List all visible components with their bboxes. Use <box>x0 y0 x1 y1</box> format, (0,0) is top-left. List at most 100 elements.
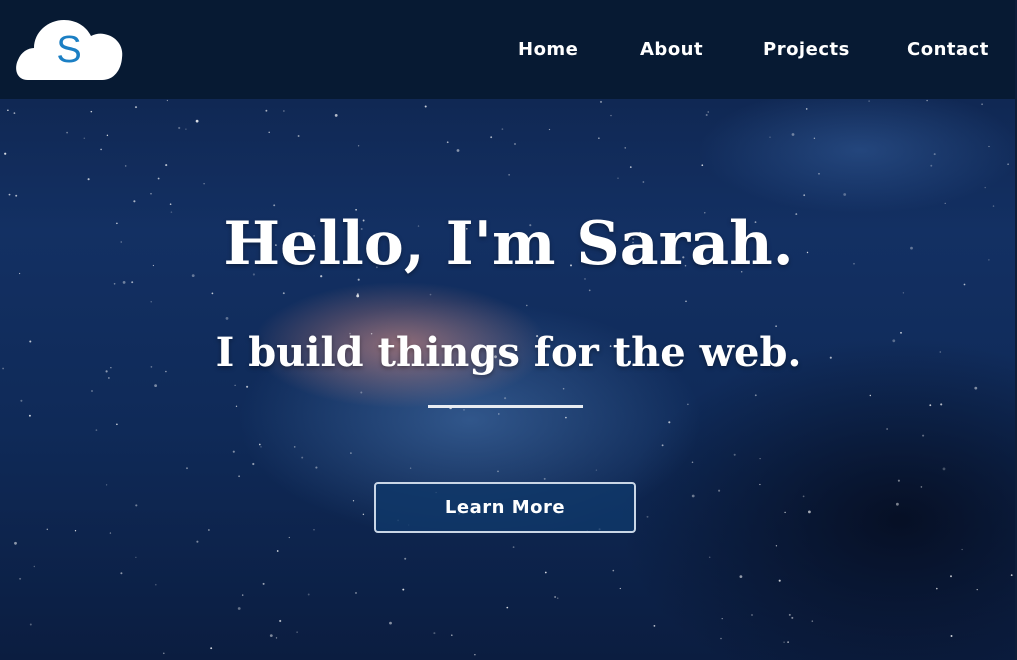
star <box>362 513 365 516</box>
star <box>685 300 687 303</box>
star <box>133 200 136 203</box>
star <box>433 632 436 635</box>
star <box>91 390 93 392</box>
star <box>498 413 500 415</box>
star <box>293 446 296 448</box>
star <box>135 504 138 507</box>
star <box>617 177 619 179</box>
star <box>788 613 791 616</box>
nav-home-link[interactable]: Home <box>518 36 578 64</box>
star <box>926 99 928 102</box>
star <box>920 486 923 488</box>
star <box>252 462 255 466</box>
star <box>787 641 789 643</box>
star <box>262 582 265 585</box>
star <box>87 178 90 181</box>
star <box>269 634 273 637</box>
star <box>66 131 68 134</box>
star <box>210 647 213 650</box>
star <box>950 575 952 578</box>
star <box>562 387 565 390</box>
star <box>265 109 268 112</box>
star <box>791 133 795 136</box>
star <box>588 289 591 292</box>
star <box>33 565 35 568</box>
star <box>599 100 603 103</box>
star <box>7 109 9 111</box>
star <box>350 452 352 454</box>
star <box>135 556 137 558</box>
star <box>238 475 240 478</box>
star <box>8 193 11 196</box>
star <box>19 577 22 580</box>
star <box>896 502 899 506</box>
star <box>718 489 721 492</box>
star <box>116 423 118 426</box>
star <box>778 579 781 582</box>
star <box>165 164 168 167</box>
star <box>155 583 157 586</box>
nav-about-link[interactable]: About <box>640 36 703 64</box>
star <box>109 532 112 534</box>
star <box>784 511 786 514</box>
star <box>805 108 808 110</box>
star <box>653 624 656 627</box>
star <box>811 620 814 622</box>
star <box>105 484 108 486</box>
star <box>15 194 18 197</box>
star <box>544 571 547 574</box>
star <box>157 177 160 180</box>
star <box>769 136 771 139</box>
star <box>334 114 338 117</box>
star <box>186 467 188 470</box>
site-logo[interactable]: S <box>14 14 124 82</box>
star <box>708 556 711 559</box>
star <box>988 145 990 148</box>
star <box>754 394 757 397</box>
star <box>283 110 285 112</box>
star <box>624 147 626 149</box>
star <box>235 405 238 407</box>
star <box>208 529 210 531</box>
star <box>211 292 214 295</box>
hero-headline: Hello, I'm Sarah. <box>223 209 794 279</box>
star <box>897 479 900 482</box>
star <box>20 399 23 402</box>
star <box>429 293 432 296</box>
nav-projects-link[interactable]: Projects <box>763 36 850 64</box>
star <box>29 623 32 626</box>
star <box>166 99 169 102</box>
star <box>514 143 516 145</box>
hero-subline: I build things for the web. <box>215 329 802 376</box>
page: S Home About Projects Contact Hello, I'm… <box>0 0 1017 660</box>
logo-letter: S <box>56 29 82 71</box>
star <box>668 421 671 424</box>
star <box>195 119 199 123</box>
star <box>237 607 241 610</box>
star <box>1007 163 1009 166</box>
star <box>463 409 465 411</box>
star <box>185 128 187 130</box>
star <box>775 545 778 547</box>
star <box>490 136 493 139</box>
star <box>783 641 785 643</box>
star <box>154 384 158 387</box>
star <box>554 596 556 598</box>
star <box>424 105 427 108</box>
star <box>963 283 966 286</box>
nav-contact-link[interactable]: Contact <box>907 36 989 64</box>
star <box>150 192 152 195</box>
star <box>687 403 689 406</box>
star <box>95 429 98 431</box>
hero-divider <box>428 405 583 408</box>
star <box>196 540 199 543</box>
star <box>759 483 761 486</box>
star <box>352 500 355 502</box>
navbar: S Home About Projects Contact <box>0 0 1017 99</box>
star <box>315 466 318 469</box>
star <box>803 194 806 197</box>
learn-more-button[interactable]: Learn More <box>374 482 636 533</box>
star <box>360 391 363 394</box>
star <box>930 164 933 167</box>
star <box>402 588 405 591</box>
